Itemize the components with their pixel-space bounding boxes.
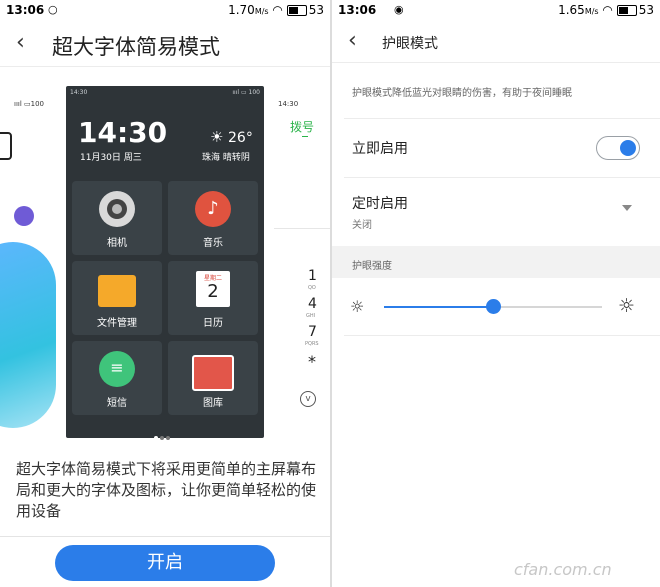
app-label-calendar: 日历 — [203, 318, 223, 329]
status-right: 1.70M/s ◠ 53 — [228, 3, 324, 17]
preview-clock: 14:30 — [78, 116, 168, 149]
dial-key-1-sub: QO — [308, 285, 316, 291]
dropdown-arrow-icon[interactable] — [622, 205, 632, 211]
target-icon: ◉ — [394, 3, 404, 16]
watermark: cfan.com.cn — [514, 560, 612, 579]
page-title-right: 护眼模式 — [382, 36, 438, 52]
battery-level-right: 53 — [638, 3, 654, 17]
section-title: 护眼强度 — [352, 261, 392, 272]
phone-preview: 14:30 ıııl ▭ 100 14:30 11月30日 周三 ☀ 26° 珠… — [66, 86, 264, 440]
dial-key-7: 7 — [308, 324, 317, 340]
app-label-messages: 短信 — [107, 398, 127, 409]
status-time: 13:06 — [6, 3, 45, 17]
battery-icon — [286, 5, 307, 16]
preview-app-music: ♪ 音乐 — [168, 181, 258, 255]
preview-app-gallery: 图库 — [168, 341, 258, 415]
immediate-divider — [344, 177, 660, 178]
enable-button[interactable]: 开启 — [55, 545, 275, 581]
dialer-time: 14:30 — [278, 100, 299, 108]
page-indicator — [154, 425, 170, 444]
music-icon: ♪ — [195, 191, 231, 227]
left-peek-screen: ıııl ▭100 — [0, 70, 58, 430]
app-label-gallery: 图库 — [203, 398, 223, 409]
preview-weather: 珠海 晴转阴 — [202, 153, 250, 163]
left-screen: 13:06 ○ 1.70M/s ◠ 53 ‹ 超大字体简易模式 ıııl ▭10… — [0, 0, 330, 587]
header-divider-right — [332, 62, 660, 63]
network-unit-right: M/s — [584, 7, 599, 16]
slider-thumb[interactable] — [486, 299, 501, 314]
dialer-underline — [302, 136, 308, 137]
header-divider — [0, 66, 330, 67]
back-icon[interactable]: ‹ — [16, 30, 25, 55]
preview-app-files: 文件管理 — [72, 261, 162, 335]
dialer-divider — [274, 228, 330, 229]
preview-app-calendar: 星期二 2 日历 — [168, 261, 258, 335]
preview-date: 11月30日 周三 — [80, 153, 142, 163]
preview-app-messages: ≡ 短信 — [72, 341, 162, 415]
preview-status-right: ıııl ▭ 100 — [232, 89, 260, 96]
section-header: 护眼强度 — [332, 246, 660, 278]
slider-divider — [344, 335, 660, 336]
status-time-right: 13:06 — [338, 3, 377, 17]
dial-key-7-sub: PQRS — [305, 341, 319, 347]
right-peek-dialer: 14:30 拨号 1 QO 4 GHI 7 PQRS * v — [272, 86, 330, 436]
peek-battery: 100 — [30, 100, 44, 108]
back-icon-right[interactable]: ‹ — [348, 28, 357, 53]
message-icon: ≡ — [99, 351, 135, 387]
battery-icon-right — [616, 5, 637, 16]
gallery-icon — [192, 355, 234, 391]
mode-description: 超大字体简易模式下将采用更简单的主屏幕布局和更大的字体及图标，让你更简单轻松的使… — [16, 460, 317, 520]
scheduled-label: 定时启用 — [352, 196, 408, 212]
network-speed: 1.70 — [228, 3, 255, 17]
intro-divider — [344, 118, 660, 119]
eye-mode-intro: 护眼模式降低蓝光对眼睛的伤害，有助于夜间睡眠 — [352, 88, 572, 99]
preview-sun-icon: ☀ — [210, 128, 224, 146]
preview-battery: 100 — [248, 89, 260, 96]
strength-slider[interactable] — [384, 299, 602, 314]
immediate-toggle[interactable] — [596, 136, 640, 160]
dial-key-4-sub: GHI — [306, 313, 316, 319]
preview-temp: 26° — [228, 130, 253, 146]
app-label-music: 音乐 — [203, 238, 223, 249]
wifi-icon: ◠ — [272, 3, 283, 17]
preview-status-time: 14:30 — [70, 89, 88, 96]
status-right-group: 1.65M/s ◠ 53 — [558, 3, 654, 17]
right-screen: 13:06 ◉ 1.65M/s ◠ 53 ‹ 护眼模式 护眼模式降低蓝光对眼睛的… — [332, 0, 660, 587]
scheduled-value: 关闭 — [352, 220, 372, 231]
calendar-icon: 星期二 2 — [196, 271, 230, 307]
calendar-num: 2 — [207, 281, 219, 302]
battery-level: 53 — [308, 3, 324, 17]
folder-icon — [98, 275, 136, 307]
camera-icon — [99, 191, 135, 227]
brightness-high-icon: ☼ — [618, 295, 636, 317]
immediate-label: 立即启用 — [352, 141, 408, 157]
status-bar-right: 13:06 ◉ 1.65M/s ◠ 53 — [332, 0, 660, 22]
notification-circle-icon: ○ — [48, 3, 58, 16]
status-bar: 13:06 ○ 1.70M/s ◠ 53 — [0, 0, 330, 22]
app-label-files: 文件管理 — [97, 318, 137, 329]
page-title: 超大字体简易模式 — [52, 35, 220, 59]
brightness-low-icon: ☼ — [350, 297, 365, 316]
network-unit: M/s — [254, 7, 269, 16]
dial-key-4: 4 — [308, 296, 317, 312]
dialer-label: 拨号 — [290, 120, 315, 134]
footer-divider — [0, 536, 330, 537]
peek-wallpaper-blob — [0, 242, 56, 428]
preview-app-camera: 相机 — [72, 181, 162, 255]
peek-widget — [0, 132, 12, 160]
toggle-knob — [620, 140, 636, 156]
app-label-camera: 相机 — [107, 238, 127, 249]
wifi-icon-right: ◠ — [602, 3, 613, 17]
peek-purple-dot — [14, 206, 34, 226]
dial-key-1: 1 — [308, 268, 317, 284]
dial-key-star: * — [308, 352, 316, 371]
peek-status: ıııl ▭100 — [14, 100, 44, 108]
slider-fill — [384, 306, 493, 308]
chevron-down-icon: v — [300, 391, 316, 407]
network-speed-right: 1.65 — [558, 3, 585, 17]
